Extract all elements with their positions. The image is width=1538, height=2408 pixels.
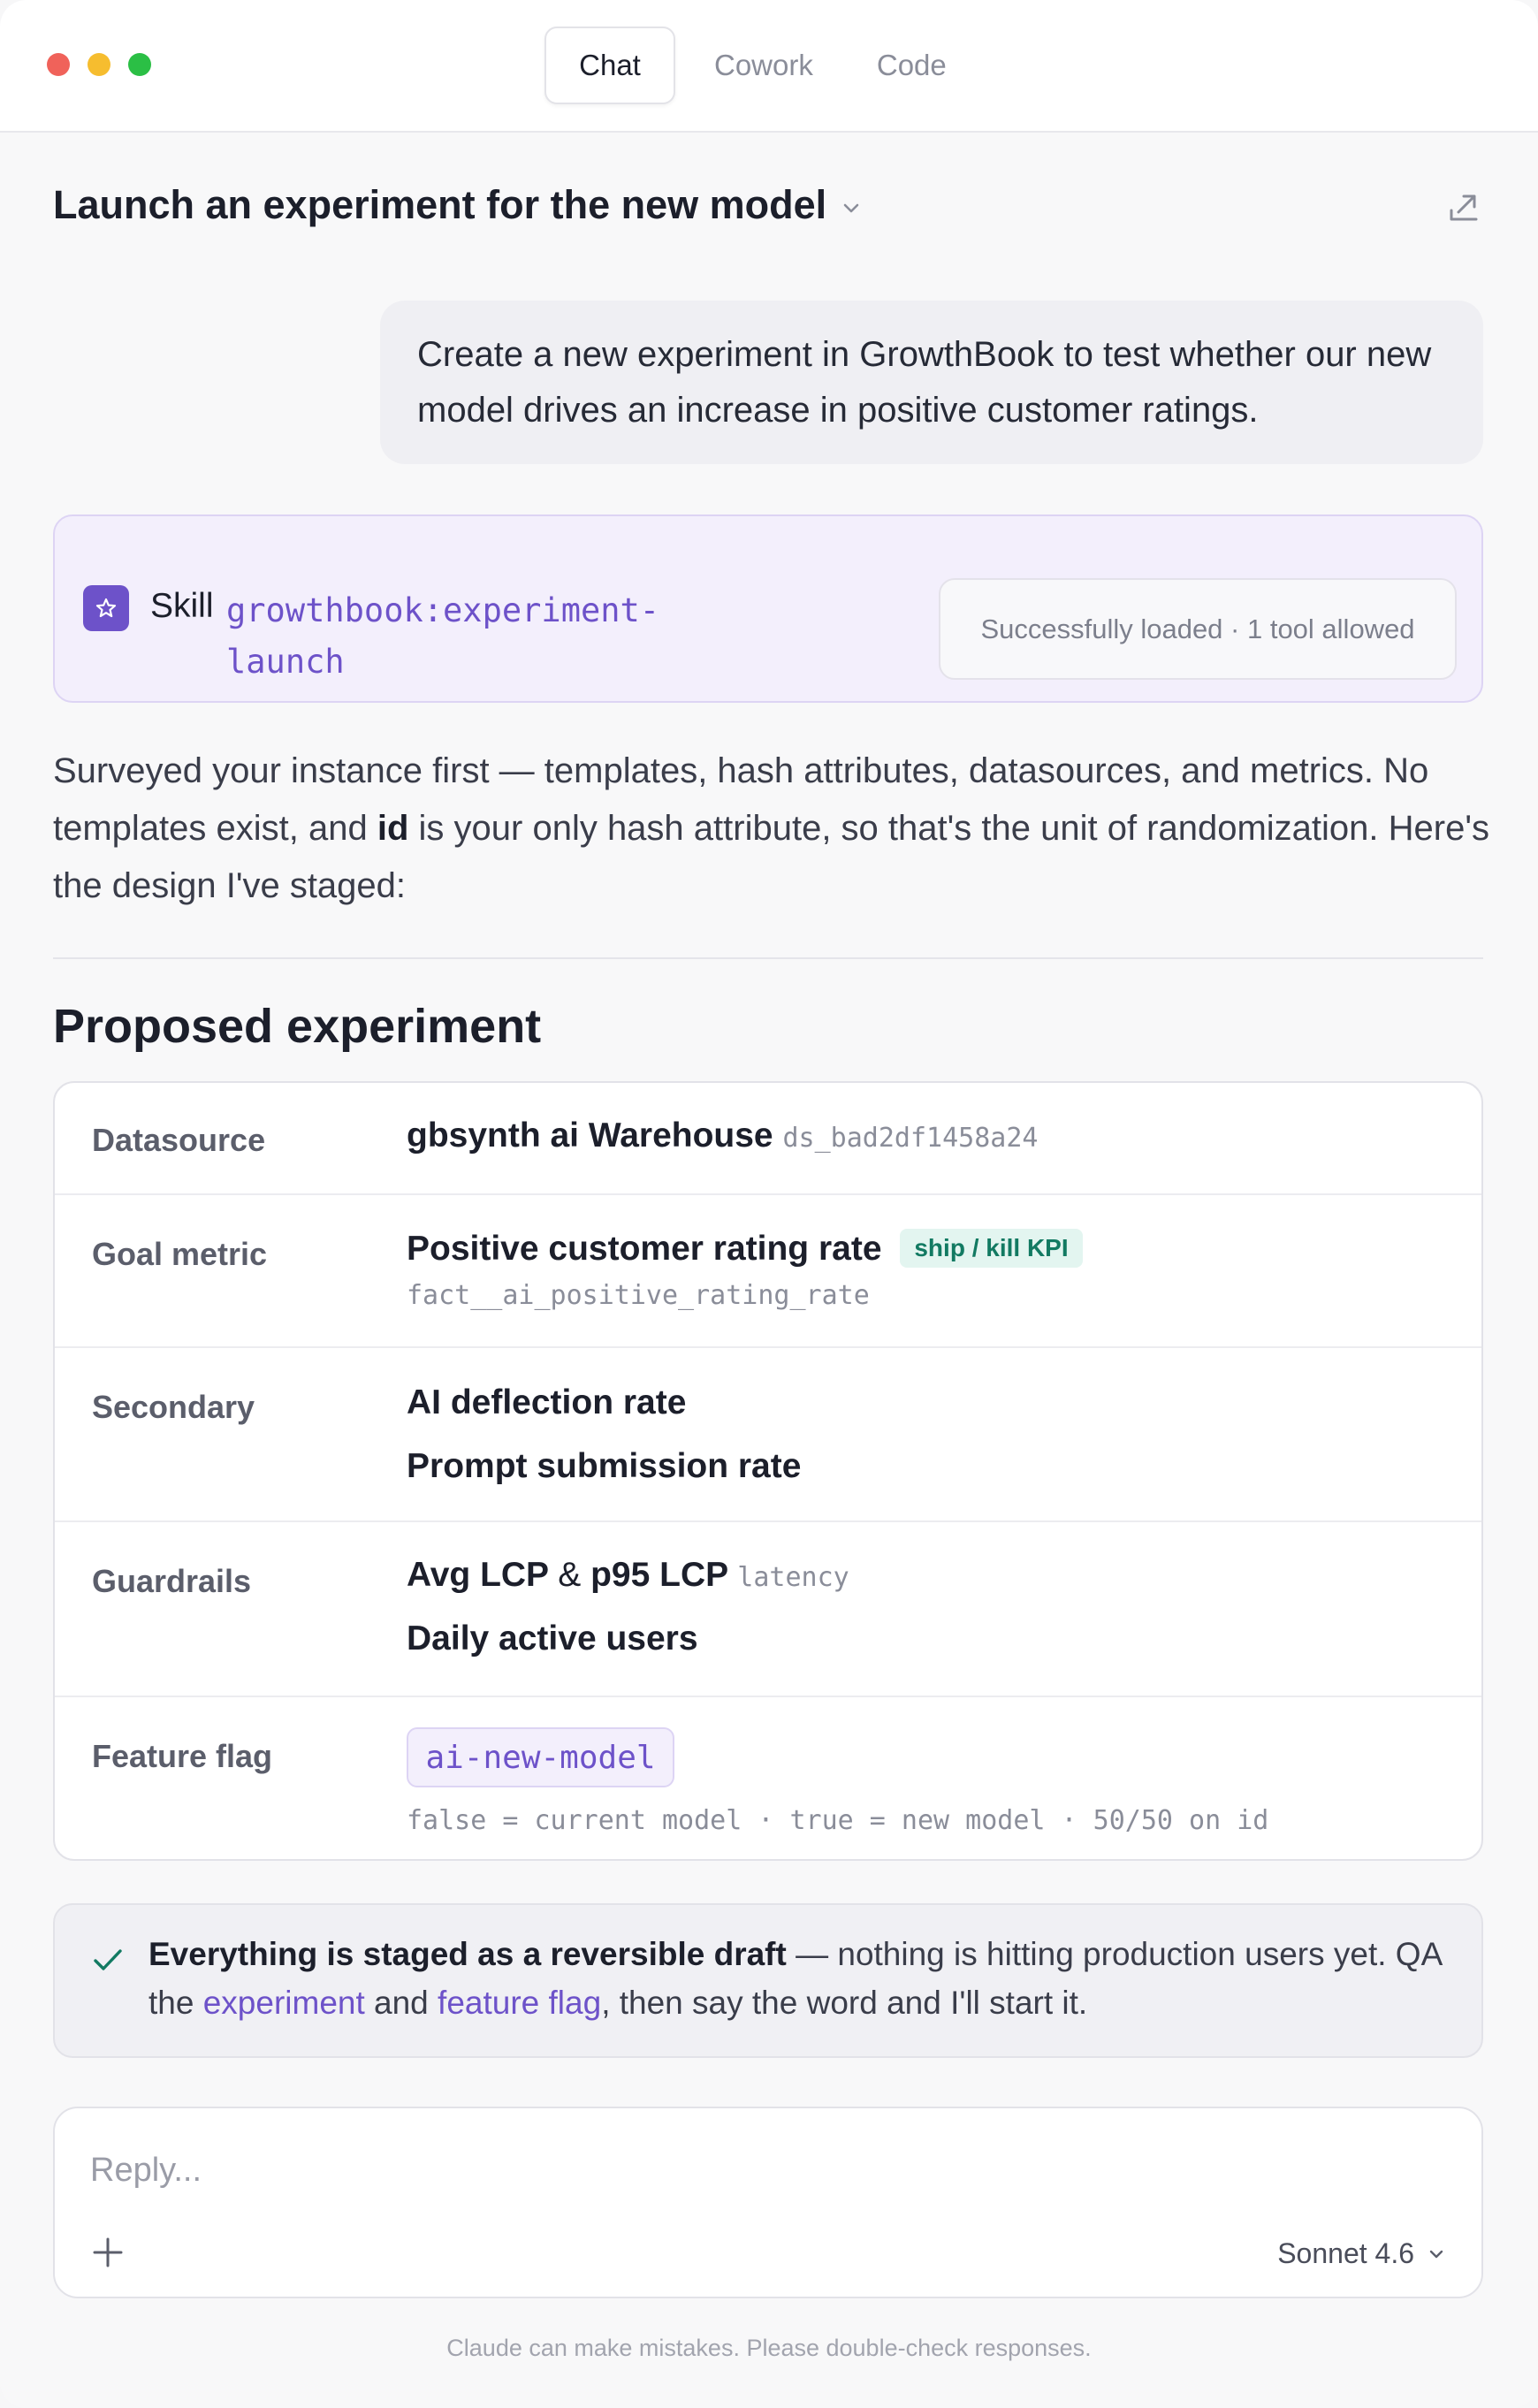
guardrail-p95-lcp: p95 LCP bbox=[590, 1556, 728, 1594]
zoom-window-button[interactable] bbox=[128, 53, 151, 76]
chevron-down-icon bbox=[1429, 2250, 1443, 2258]
star-icon bbox=[83, 585, 129, 631]
check-icon bbox=[94, 1949, 122, 1970]
table-row-feature-flag: Feature flag ai-new-model false = curren… bbox=[55, 1697, 1481, 1859]
secondary-metric: Prompt submission rate bbox=[407, 1447, 802, 1485]
row-label: Feature flag bbox=[92, 1738, 273, 1774]
section-title: Proposed experiment bbox=[53, 1000, 542, 1053]
tab-chat[interactable]: Chat bbox=[544, 27, 675, 104]
guardrail-dau: Daily active users bbox=[407, 1619, 698, 1657]
assistant-text-bold: id bbox=[377, 809, 409, 848]
user-message: Create a new experiment in GrowthBook to… bbox=[380, 301, 1483, 464]
guardrail-avg-lcp: Avg LCP bbox=[407, 1556, 549, 1594]
share-icon[interactable] bbox=[1446, 189, 1481, 225]
goal-metric-value: Positive customer rating rate ship / kil… bbox=[407, 1229, 1083, 1269]
tab-cowork[interactable]: Cowork bbox=[682, 27, 845, 104]
assistant-message: Surveyed your instance first — templates… bbox=[53, 743, 1503, 915]
skill-name-line1: growthbook:experiment- bbox=[226, 591, 660, 629]
plus-icon[interactable] bbox=[90, 2235, 126, 2270]
guardrail-tag: latency bbox=[737, 1562, 849, 1593]
table-row-guardrails: Guardrails Avg LCP & p95 LCP latency Dai… bbox=[55, 1522, 1481, 1697]
skill-name: growthbook:experiment- launch bbox=[226, 585, 686, 688]
mode-tabs: Chat Cowork Code bbox=[544, 27, 978, 104]
model-name: Sonnet 4.6 bbox=[1277, 2237, 1414, 2269]
goal-metric-id: fact__ai_positive_rating_rate bbox=[407, 1280, 870, 1311]
divider bbox=[53, 957, 1483, 959]
row-label: Guardrails bbox=[92, 1563, 252, 1599]
notice-text: Everything is staged as a reversible dra… bbox=[148, 1930, 1457, 2027]
reply-input[interactable] bbox=[90, 2144, 1239, 2197]
row-label: Secondary bbox=[92, 1389, 255, 1425]
experiment-table: Datasource gbsynth ai Warehouse ds_bad2d… bbox=[53, 1081, 1483, 1861]
skill-label: Skill bbox=[150, 587, 214, 625]
minimize-window-button[interactable] bbox=[88, 53, 110, 76]
table-row-datasource: Datasource gbsynth ai Warehouse ds_bad2d… bbox=[55, 1083, 1481, 1195]
notice-text-2: and bbox=[364, 1985, 438, 2021]
row-label: Datasource bbox=[92, 1122, 266, 1158]
table-row-secondary: Secondary AI deflection rate Prompt subm… bbox=[55, 1348, 1481, 1522]
notice-text-3: , then say the word and I'll start it. bbox=[601, 1985, 1088, 2021]
feature-flag-description: false = current model · true = new model… bbox=[407, 1805, 1269, 1836]
datasource-id: ds_bad2df1458a24 bbox=[782, 1123, 1039, 1154]
secondary-metric: AI deflection rate bbox=[407, 1383, 687, 1421]
guardrail-latency: Avg LCP & p95 LCP latency bbox=[407, 1556, 849, 1595]
feature-flag-link[interactable]: feature flag bbox=[438, 1985, 601, 2021]
table-row-goal-metric: Goal metric Positive customer rating rat… bbox=[55, 1195, 1481, 1348]
title-bar: Chat Cowork Code bbox=[0, 0, 1538, 133]
skill-name-line2: launch bbox=[226, 643, 345, 681]
chevron-down-icon[interactable] bbox=[840, 196, 863, 219]
datasource-name: gbsynth ai Warehouse bbox=[407, 1116, 773, 1154]
kpi-badge: ship / kill KPI bbox=[900, 1229, 1083, 1268]
conversation-title[interactable]: Launch an experiment for the new model bbox=[53, 182, 826, 228]
close-window-button[interactable] bbox=[47, 53, 70, 76]
experiment-link[interactable]: experiment bbox=[203, 1985, 365, 2021]
skill-card: Skill growthbook:experiment- launch Succ… bbox=[53, 514, 1483, 703]
row-label: Goal metric bbox=[92, 1236, 268, 1272]
tab-code[interactable]: Code bbox=[845, 27, 978, 104]
datasource-value: gbsynth ai Warehouse ds_bad2df1458a24 bbox=[407, 1116, 1038, 1155]
model-selector[interactable]: Sonnet 4.6 bbox=[1277, 2237, 1446, 2270]
notice-bold: Everything is staged as a reversible dra… bbox=[148, 1936, 787, 1972]
goal-metric-name: Positive customer rating rate bbox=[407, 1230, 882, 1268]
feature-flag-chip[interactable]: ai-new-model bbox=[407, 1727, 674, 1787]
disclaimer: Claude can make mistakes. Please double-… bbox=[446, 2335, 1092, 2361]
skill-status-badge: Successfully loaded · 1 tool allowed bbox=[939, 578, 1457, 680]
draft-notice: Everything is staged as a reversible dra… bbox=[53, 1903, 1483, 2058]
reply-composer: Sonnet 4.6 bbox=[53, 2107, 1483, 2298]
guardrail-amp: & bbox=[558, 1556, 582, 1594]
app-window: Chat Cowork Code Launch an experiment fo… bbox=[0, 0, 1538, 2408]
